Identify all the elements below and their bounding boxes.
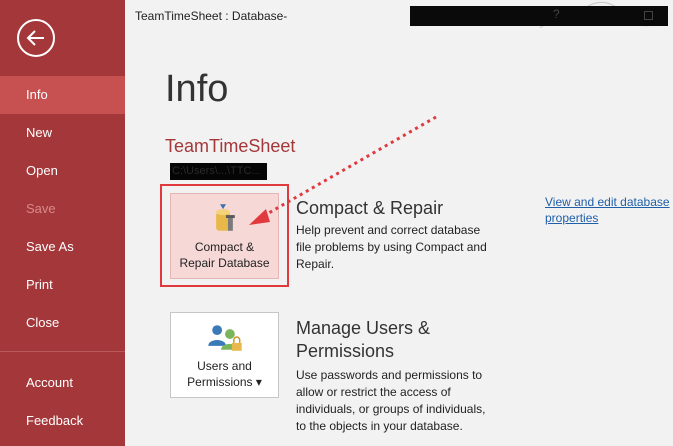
sidebar-item-account[interactable]: Account — [0, 364, 125, 402]
sidebar-item-info[interactable]: Info — [0, 76, 125, 114]
back-arrow-icon — [26, 30, 44, 46]
sidebar-item-print[interactable]: Print — [0, 266, 125, 304]
sidebar-item-save[interactable]: Save — [0, 190, 125, 228]
redacted-title-region — [410, 6, 668, 26]
database-path: C:\Users\...\TTC... — [172, 165, 261, 177]
sidebar-item-close[interactable]: Close — [0, 304, 125, 342]
users-permissions-icon — [208, 325, 242, 351]
sidebar-item-save-as[interactable]: Save As — [0, 228, 125, 266]
help-button[interactable]: ? — [553, 7, 560, 21]
title-bar: TeamTimeSheet : Database- ? — [125, 0, 673, 32]
backstage-sidebar: Info New Open Save Save As Print Close A… — [0, 0, 125, 446]
compact-repair-label-line1: Compact & — [194, 240, 255, 254]
view-edit-properties-link[interactable]: View and edit database properties — [545, 194, 670, 226]
database-name: TeamTimeSheet — [165, 136, 296, 156]
window-title: TeamTimeSheet : Database- — [135, 9, 288, 23]
compact-repair-description: Help prevent and correct database file p… — [296, 223, 487, 271]
users-permissions-description: Use passwords and permissions to allow o… — [296, 368, 486, 433]
compact-repair-button[interactable]: Compact & Repair Database — [170, 193, 279, 279]
sidebar-item-feedback[interactable]: Feedback — [0, 402, 125, 440]
sidebar-item-open[interactable]: Open — [0, 152, 125, 190]
users-permissions-label-line1: Users and — [197, 359, 252, 373]
restore-window-button[interactable] — [644, 11, 653, 20]
sidebar-item-new[interactable]: New — [0, 114, 125, 152]
compact-repair-icon — [216, 204, 235, 231]
back-button[interactable] — [17, 19, 55, 57]
users-permissions-label-line2: Permissions ▾ — [187, 375, 262, 389]
compact-repair-label-line2: Repair Database — [179, 256, 270, 270]
sidebar-divider — [0, 351, 125, 352]
page-title: Info — [165, 68, 229, 110]
users-permissions-button[interactable]: Users and Permissions ▾ — [170, 312, 279, 398]
compact-repair-heading: Compact & Repair — [296, 198, 444, 218]
users-permissions-heading: Manage Users & Permissions — [296, 318, 431, 361]
